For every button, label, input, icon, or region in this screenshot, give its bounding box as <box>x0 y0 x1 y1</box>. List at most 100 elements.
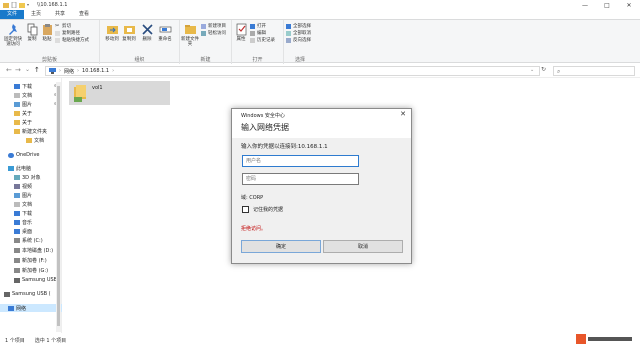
copy-button[interactable]: 复制 <box>25 23 39 42</box>
sidebar-item-pictures[interactable]: 图片 <box>14 100 32 108</box>
error-message: 拒绝访问。 <box>241 226 267 232</box>
invert-selection-button[interactable]: 反向选择 <box>286 37 311 43</box>
tab-share[interactable]: 共享 <box>48 10 72 19</box>
rename-button[interactable]: 重命名 <box>156 23 174 42</box>
cut-button[interactable]: ✂ 剪切 <box>55 23 71 29</box>
clipboard-group: 固定到快速访问 复制 粘贴 ✂ 剪切 复制路径 粘贴快捷方式 剪贴板 <box>0 20 100 64</box>
paste-shortcut-button[interactable]: 粘贴快捷方式 <box>55 37 89 43</box>
history-button[interactable]: 历史记录 <box>250 37 275 43</box>
password-field[interactable]: 密码 <box>242 173 359 185</box>
chevron-down-icon[interactable]: ▾ <box>27 2 33 8</box>
status-bar: 1 个项目 选中 1 个项目 <box>0 334 640 346</box>
open-button[interactable]: 打开 <box>250 23 266 29</box>
sidebar-item-usb-2[interactable]: Samsung USB ( <box>4 290 51 298</box>
breadcrumb-network[interactable]: 网络 <box>64 68 74 75</box>
window-title: \\10.168.1.1 <box>37 2 68 8</box>
breadcrumb-separator: › <box>59 68 61 74</box>
maximize-button[interactable]: □ <box>596 0 618 10</box>
sidebar-scrollbar[interactable] <box>56 82 61 332</box>
delete-button[interactable]: 删除 <box>140 23 154 42</box>
tab-view[interactable]: 查看 <box>72 10 96 19</box>
sidebar-item-documents[interactable]: 文档 <box>14 91 32 99</box>
tab-home[interactable]: 主页 <box>24 10 48 19</box>
sidebar-item-network[interactable]: 网络 <box>0 304 62 312</box>
computer-icon <box>8 165 14 171</box>
easy-access-button[interactable]: 轻松访问 <box>201 30 226 36</box>
dialog-close-button[interactable]: ✕ <box>400 110 406 118</box>
sidebar-item-drive-g[interactable]: 新加卷 (G:) <box>14 266 48 274</box>
sidebar-item-usb-1[interactable]: Samsung USB <box>14 276 57 284</box>
paste-button[interactable]: 粘贴 <box>40 23 54 42</box>
sidebar-item-drive-f[interactable]: 新加卷 (F:) <box>14 256 47 264</box>
watermark-logo <box>576 333 638 345</box>
sidebar-item-drive-c[interactable]: 系统 (C:) <box>14 236 43 244</box>
back-button[interactable]: ← <box>6 66 12 74</box>
dialog-title: 输入网络凭据 <box>232 121 411 138</box>
chevron-down-icon[interactable]: ⌄ <box>530 67 534 73</box>
breadcrumb-host[interactable]: 10.168.1.1 <box>82 68 109 74</box>
copy-to-icon <box>123 26 135 34</box>
file-explorer-window: ▾ \\10.168.1.1 — □ ✕ 文件 主页 共享 查看 固定到快速访问… <box>0 0 640 346</box>
sidebar-item-onedrive[interactable]: OneDrive <box>8 151 40 159</box>
minimize-button[interactable]: — <box>574 0 596 10</box>
drive-icon <box>14 257 20 263</box>
download-icon <box>14 83 20 89</box>
recent-locations-button[interactable]: ⌄ <box>25 66 30 73</box>
item-count: 1 个项目 <box>5 337 25 344</box>
document-icon <box>14 92 20 98</box>
new-group: 新建文件夹 新建项目 轻松访问 新建 <box>180 20 232 64</box>
edit-button[interactable]: 编辑 <box>250 30 266 36</box>
sidebar-item-music[interactable]: 音乐 <box>14 218 32 226</box>
sidebar-item-new-folder[interactable]: 新建文件夹 <box>14 127 47 135</box>
scrollbar-thumb[interactable] <box>57 86 60 326</box>
sidebar-item-3d-objects[interactable]: 3D 对象 <box>14 173 41 181</box>
logo-text-image <box>588 337 632 341</box>
sidebar-item-drive-d[interactable]: 本地磁盘 (D:) <box>14 246 53 254</box>
scissors-icon: ✂ <box>55 22 60 29</box>
move-to-icon <box>106 26 118 34</box>
dialog-app-title: Windows 安全中心 <box>232 109 411 121</box>
new-item-button[interactable]: 新建项目 <box>201 23 226 29</box>
ok-button[interactable]: 确定 <box>241 240 321 253</box>
folder-tile-vol1[interactable]: vol1 <box>69 81 170 105</box>
move-to-button[interactable]: 移动到 <box>104 23 120 42</box>
open-icon <box>250 23 255 29</box>
properties-icon[interactable] <box>11 1 17 9</box>
remember-checkbox[interactable] <box>242 206 249 213</box>
sidebar-item-documents-pc[interactable]: 文档 <box>14 200 32 208</box>
sidebar-item-desktop[interactable]: 桌面 <box>14 227 32 235</box>
copy-to-button[interactable]: 复制到 <box>121 23 137 42</box>
username-field[interactable]: 用户名 <box>242 155 359 167</box>
new-folder-icon[interactable] <box>19 2 25 8</box>
sidebar-item-docs-folder[interactable]: 文档 <box>26 136 44 144</box>
select-none-button[interactable]: 全部取消 <box>286 30 311 36</box>
close-button[interactable]: ✕ <box>618 0 640 10</box>
new-folder-button[interactable]: 新建文件夹 <box>181 23 199 47</box>
copy-path-button[interactable]: 复制路径 <box>55 30 80 36</box>
folder-icon <box>14 110 20 116</box>
sidebar-item-pictures-pc[interactable]: 图片 <box>14 191 32 199</box>
sidebar-item-downloads-pc[interactable]: 下载 <box>14 209 32 217</box>
select-all-icon <box>286 23 291 29</box>
tab-file[interactable]: 文件 <box>0 10 25 19</box>
pin-quick-access-button[interactable]: 固定到快速访问 <box>2 23 24 47</box>
cancel-button[interactable]: 取消 <box>323 240 403 253</box>
sidebar-item-about-1[interactable]: 关于 <box>14 109 32 117</box>
title-bar: ▾ \\10.168.1.1 — □ ✕ <box>0 0 640 10</box>
sidebar-item-about-2[interactable]: 关于 <box>14 118 32 126</box>
sidebar-item-this-pc[interactable]: 此电脑 <box>8 164 31 172</box>
rename-icon <box>159 26 171 33</box>
properties-button[interactable]: 属性 <box>234 23 248 42</box>
download-icon <box>14 210 20 216</box>
up-button[interactable]: ↑ <box>34 66 40 74</box>
video-icon <box>14 183 20 189</box>
sidebar-item-downloads[interactable]: 下载 <box>14 82 32 90</box>
sidebar-item-videos[interactable]: 视频 <box>14 182 32 190</box>
drive-icon <box>14 267 20 273</box>
forward-button[interactable]: → <box>15 66 21 74</box>
address-bar[interactable]: › 网络 › 10.168.1.1 › <box>45 66 540 76</box>
refresh-button[interactable]: ↻ <box>541 66 546 73</box>
search-input[interactable]: ⌕ <box>553 66 635 76</box>
remember-label[interactable]: 记住我的凭据 <box>253 206 283 213</box>
select-all-button[interactable]: 全部选择 <box>286 23 311 29</box>
